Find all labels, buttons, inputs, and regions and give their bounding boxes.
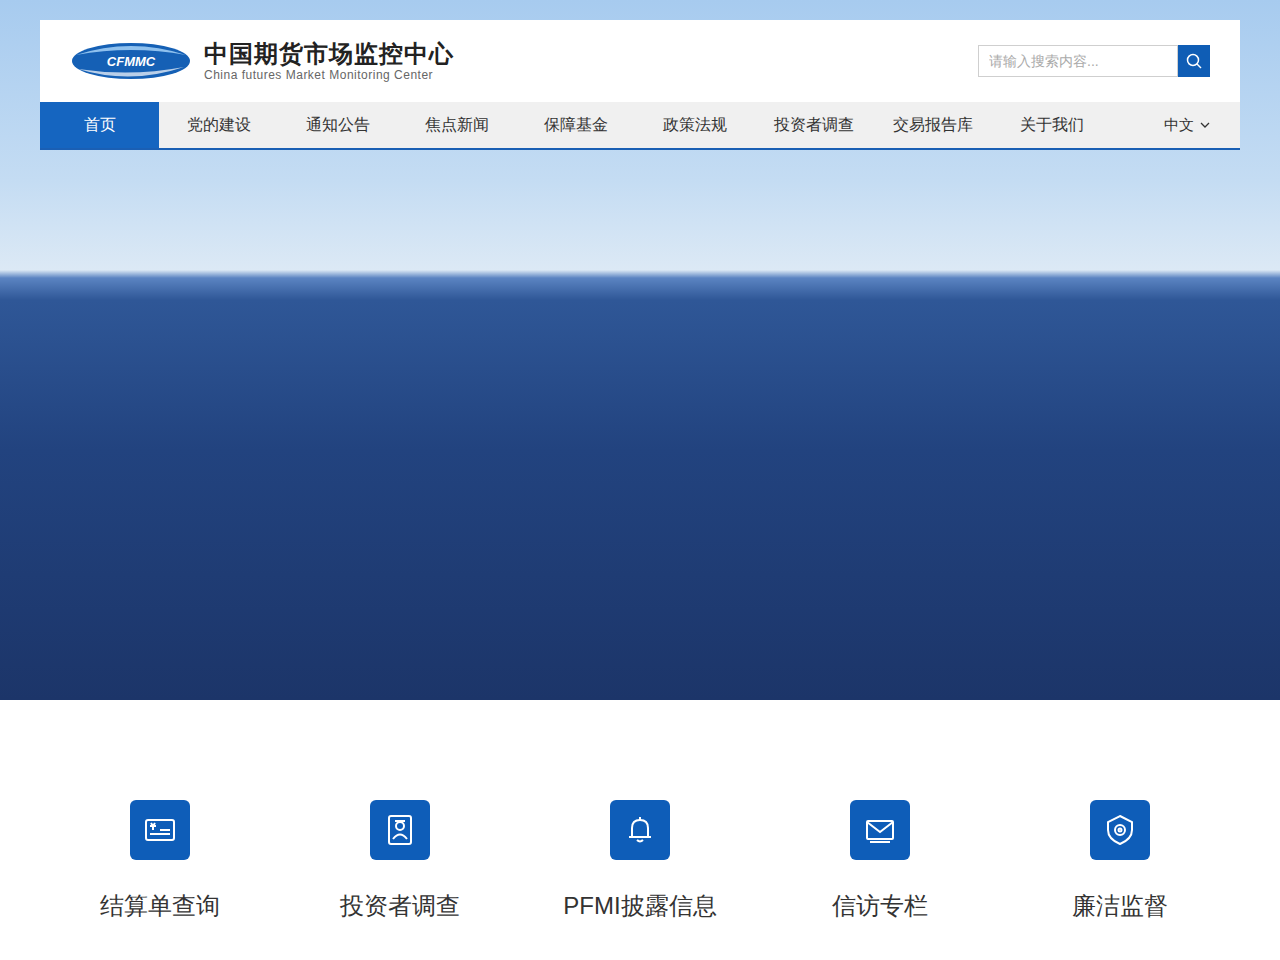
quick-link-label: 廉洁监督 <box>1072 890 1168 922</box>
quick-link-label: 信访专栏 <box>832 890 928 922</box>
nav-item[interactable]: 党的建设 <box>159 102 278 148</box>
quick-link[interactable]: 信访专栏 <box>760 800 1000 922</box>
shield-icon <box>1102 812 1138 848</box>
quick-link-label: 结算单查询 <box>100 890 220 922</box>
search-input[interactable] <box>978 45 1178 77</box>
quick-link[interactable]: PFMI披露信息 <box>520 800 760 922</box>
nav-item[interactable]: 关于我们 <box>992 102 1111 148</box>
card-icon <box>142 812 178 848</box>
quick-link-label: PFMI披露信息 <box>563 890 716 922</box>
logo-icon: CFMMC <box>70 41 192 81</box>
nav-item[interactable]: 投资者调查 <box>754 102 873 148</box>
nav-item[interactable]: 保障基金 <box>516 102 635 148</box>
language-select[interactable]: 中文 <box>1164 102 1240 148</box>
chevron-down-icon <box>1200 122 1210 128</box>
search-button[interactable] <box>1178 45 1210 77</box>
envelope-icon <box>862 812 898 848</box>
person-icon <box>382 812 418 848</box>
logo[interactable]: CFMMC 中国期货市场监控中心 China futures Market Mo… <box>70 40 454 83</box>
nav-item[interactable]: 交易报告库 <box>873 102 992 148</box>
bell-icon <box>622 812 658 848</box>
svg-text:CFMMC: CFMMC <box>107 54 156 69</box>
header-bar: CFMMC 中国期货市场监控中心 China futures Market Mo… <box>40 20 1240 102</box>
quick-link[interactable]: 结算单查询 <box>40 800 280 922</box>
quick-link[interactable]: 廉洁监督 <box>1000 800 1240 922</box>
search-icon <box>1186 53 1202 69</box>
site-subtitle: China futures Market Monitoring Center <box>204 68 454 82</box>
main-nav: 首页党的建设通知公告焦点新闻保障基金政策法规投资者调查交易报告库关于我们 中文 <box>40 102 1240 150</box>
hero-area: CFMMC 中国期货市场监控中心 China futures Market Mo… <box>0 0 1280 700</box>
site-title: 中国期货市场监控中心 <box>204 40 454 69</box>
site-header: CFMMC 中国期货市场监控中心 China futures Market Mo… <box>40 20 1240 150</box>
quick-links: 结算单查询 投资者调查 PFMI披露信息 信访专栏 廉洁监督 <box>40 700 1240 922</box>
nav-item[interactable]: 首页 <box>40 102 159 148</box>
nav-item[interactable]: 焦点新闻 <box>397 102 516 148</box>
quick-link-label: 投资者调查 <box>340 890 460 922</box>
nav-item[interactable]: 通知公告 <box>278 102 397 148</box>
quick-link[interactable]: 投资者调查 <box>280 800 520 922</box>
nav-item[interactable]: 政策法规 <box>635 102 754 148</box>
search-box <box>978 45 1210 77</box>
